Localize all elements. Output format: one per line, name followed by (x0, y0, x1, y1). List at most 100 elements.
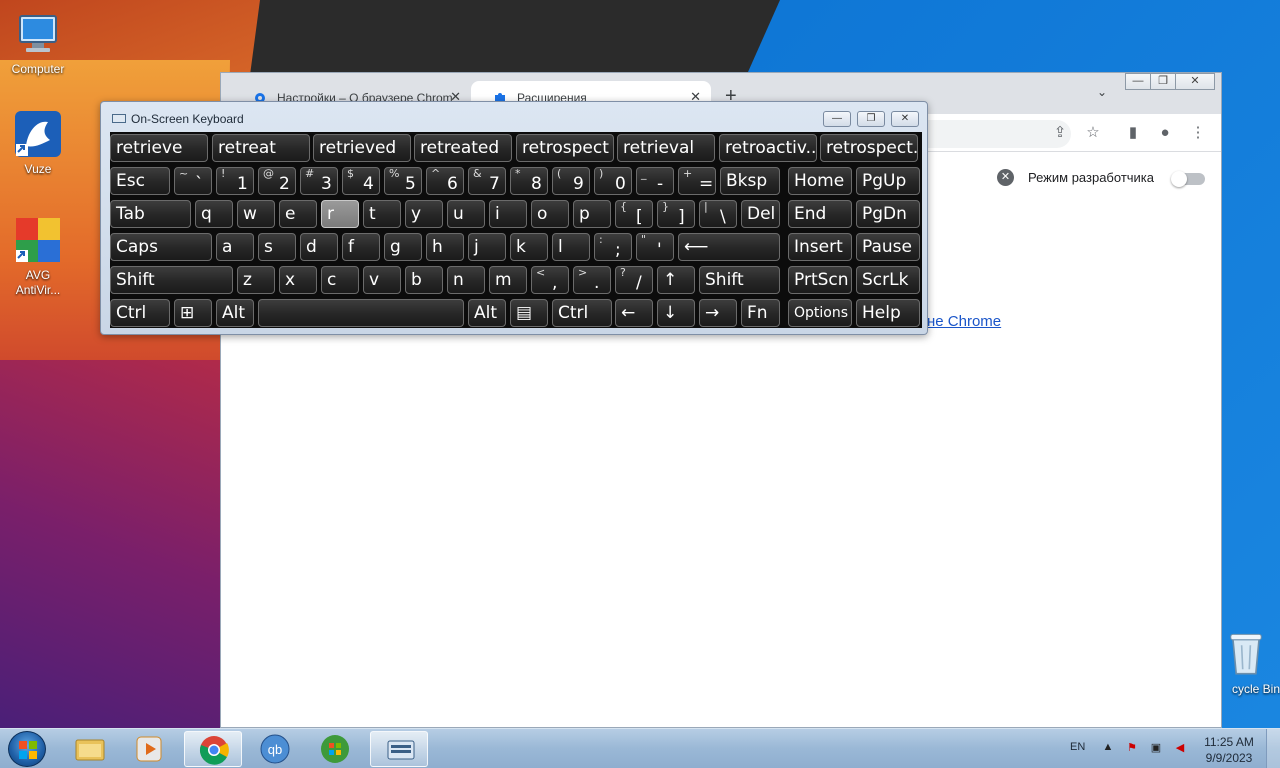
taskbar-on-screen-keyboard[interactable] (370, 731, 428, 767)
profile-avatar-icon[interactable]: ● (1156, 124, 1174, 142)
key-▤[interactable]: ▤ (510, 299, 548, 327)
key-g[interactable]: g (384, 233, 422, 261)
taskbar-qbittorrent[interactable]: qb (246, 731, 304, 767)
key-9[interactable]: (9 (552, 167, 590, 195)
developer-mode-toggle[interactable] (1171, 171, 1205, 187)
key-[[interactable]: {[ (615, 200, 653, 228)
key-shift[interactable]: Shift (699, 266, 780, 294)
taskbar-file-explorer[interactable] (60, 731, 118, 767)
key-shift[interactable]: Shift (110, 266, 233, 294)
key-q[interactable]: q (195, 200, 233, 228)
key-scrlk[interactable]: ScrLk (856, 266, 920, 294)
restore-button[interactable]: ❐ (1150, 73, 1176, 90)
key-options[interactable]: Options (788, 299, 852, 327)
key-ctrl[interactable]: Ctrl (552, 299, 612, 327)
side-panel-icon[interactable]: ▮ (1124, 124, 1142, 142)
close-window-button[interactable]: ✕ (1175, 73, 1215, 90)
network-icon[interactable]: ▣ (1148, 741, 1164, 755)
key-x[interactable]: x (279, 266, 317, 294)
word-suggestion-key[interactable]: retrospect (516, 134, 614, 162)
key-f[interactable]: f (342, 233, 380, 261)
volume-muted-icon[interactable]: ◀ (1172, 741, 1188, 755)
key-alt[interactable]: Alt (468, 299, 506, 327)
key-⟵[interactable]: ⟵ (678, 233, 780, 261)
key-bksp[interactable]: Bksp (720, 167, 780, 195)
key-p[interactable]: p (573, 200, 611, 228)
key-home[interactable]: Home (788, 167, 852, 195)
key-4[interactable]: $4 (342, 167, 380, 195)
key-6[interactable]: ^ 6 (426, 167, 464, 195)
key-esc[interactable]: Esc (110, 167, 170, 195)
key-fn[interactable]: Fn (741, 299, 780, 327)
key-←[interactable]: ← (615, 299, 653, 327)
key--[interactable]: _ - (636, 167, 674, 195)
taskbar-windows-update[interactable] (306, 731, 364, 767)
key-7[interactable]: & 7 (468, 167, 506, 195)
taskbar-media-player[interactable] (120, 731, 178, 767)
key-→[interactable]: → (699, 299, 737, 327)
desktop-icon-avg[interactable]: AVG AntiVir... (0, 216, 76, 298)
key-del[interactable]: Del (741, 200, 780, 228)
clock-date[interactable]: 9/9/2023 (1195, 751, 1263, 765)
key-caps[interactable]: Caps (110, 233, 212, 261)
show-hidden-icons-icon[interactable]: ▲ (1100, 741, 1116, 755)
key-n[interactable]: n (447, 266, 485, 294)
desktop-icon-recycle-bin[interactable]: cycle Bin (1212, 630, 1280, 697)
key-↑[interactable]: ↑ (657, 266, 695, 294)
tab-search-button[interactable]: ⌄ (1097, 85, 1107, 99)
menu-kebab-icon[interactable]: ⋮ (1189, 124, 1207, 142)
key-⊞[interactable]: ⊞ (174, 299, 212, 327)
key-pgdn[interactable]: PgDn (856, 200, 920, 228)
key-v[interactable]: v (363, 266, 401, 294)
key-.[interactable]: >. (573, 266, 611, 294)
osk-restore-button[interactable]: ❐ (857, 111, 885, 127)
osk-minimize-button[interactable]: — (823, 111, 851, 127)
key-alt[interactable]: Alt (216, 299, 254, 327)
key-,[interactable]: <, (531, 266, 569, 294)
key-j[interactable]: j (468, 233, 506, 261)
key-ctrl[interactable]: Ctrl (110, 299, 170, 327)
word-suggestion-key[interactable]: retrospect... (820, 134, 918, 162)
key-tab[interactable]: Tab (110, 200, 191, 228)
key-y[interactable]: y (405, 200, 443, 228)
key-0[interactable]: ) 0 (594, 167, 632, 195)
taskbar-chrome[interactable] (184, 731, 242, 767)
key-a[interactable]: a (216, 233, 254, 261)
key-o[interactable]: o (531, 200, 569, 228)
key-k[interactable]: k (510, 233, 548, 261)
key-i[interactable]: i (489, 200, 527, 228)
word-suggestion-key[interactable]: retrieve (110, 134, 208, 162)
clock-time[interactable]: 11:25 AM (1195, 735, 1263, 749)
word-suggestion-key[interactable]: retrieved (313, 134, 411, 162)
key-w[interactable]: w (237, 200, 275, 228)
key-pause[interactable]: Pause (856, 233, 920, 261)
key-\[interactable]: | \ (699, 200, 737, 228)
word-suggestion-key[interactable]: retreated (414, 134, 512, 162)
word-suggestion-key[interactable]: retreat (212, 134, 310, 162)
key-8[interactable]: * 8 (510, 167, 548, 195)
key-u[interactable]: u (447, 200, 485, 228)
key-e[interactable]: e (279, 200, 317, 228)
key-prtscn[interactable]: PrtScn (788, 266, 852, 294)
chrome-web-store-link[interactable]: не Chrome (927, 313, 1001, 330)
key-d[interactable]: d (300, 233, 338, 261)
key-'[interactable]: " ' (636, 233, 674, 261)
bookmark-star-icon[interactable]: ☆ (1084, 124, 1102, 142)
key-t[interactable]: t (363, 200, 401, 228)
key-][interactable]: }] (657, 200, 695, 228)
osk-close-button[interactable]: ✕ (891, 111, 919, 127)
key-2[interactable]: @2 (258, 167, 296, 195)
language-indicator[interactable]: EN (1070, 741, 1085, 753)
share-icon[interactable]: ⇪ (1051, 124, 1069, 142)
key-`[interactable]: ~ ` (174, 167, 212, 195)
key-help[interactable]: Help (856, 299, 920, 327)
key-3[interactable]: #3 (300, 167, 338, 195)
desktop-icon-vuze[interactable]: Vuze (0, 110, 76, 177)
key-space[interactable] (258, 299, 464, 327)
action-center-flag-icon[interactable]: ⚑ (1124, 741, 1140, 755)
desktop-icon-computer[interactable]: Computer (0, 10, 76, 77)
show-desktop-button[interactable] (1266, 729, 1280, 768)
key-s[interactable]: s (258, 233, 296, 261)
key-z[interactable]: z (237, 266, 275, 294)
key-;[interactable]: :; (594, 233, 632, 261)
